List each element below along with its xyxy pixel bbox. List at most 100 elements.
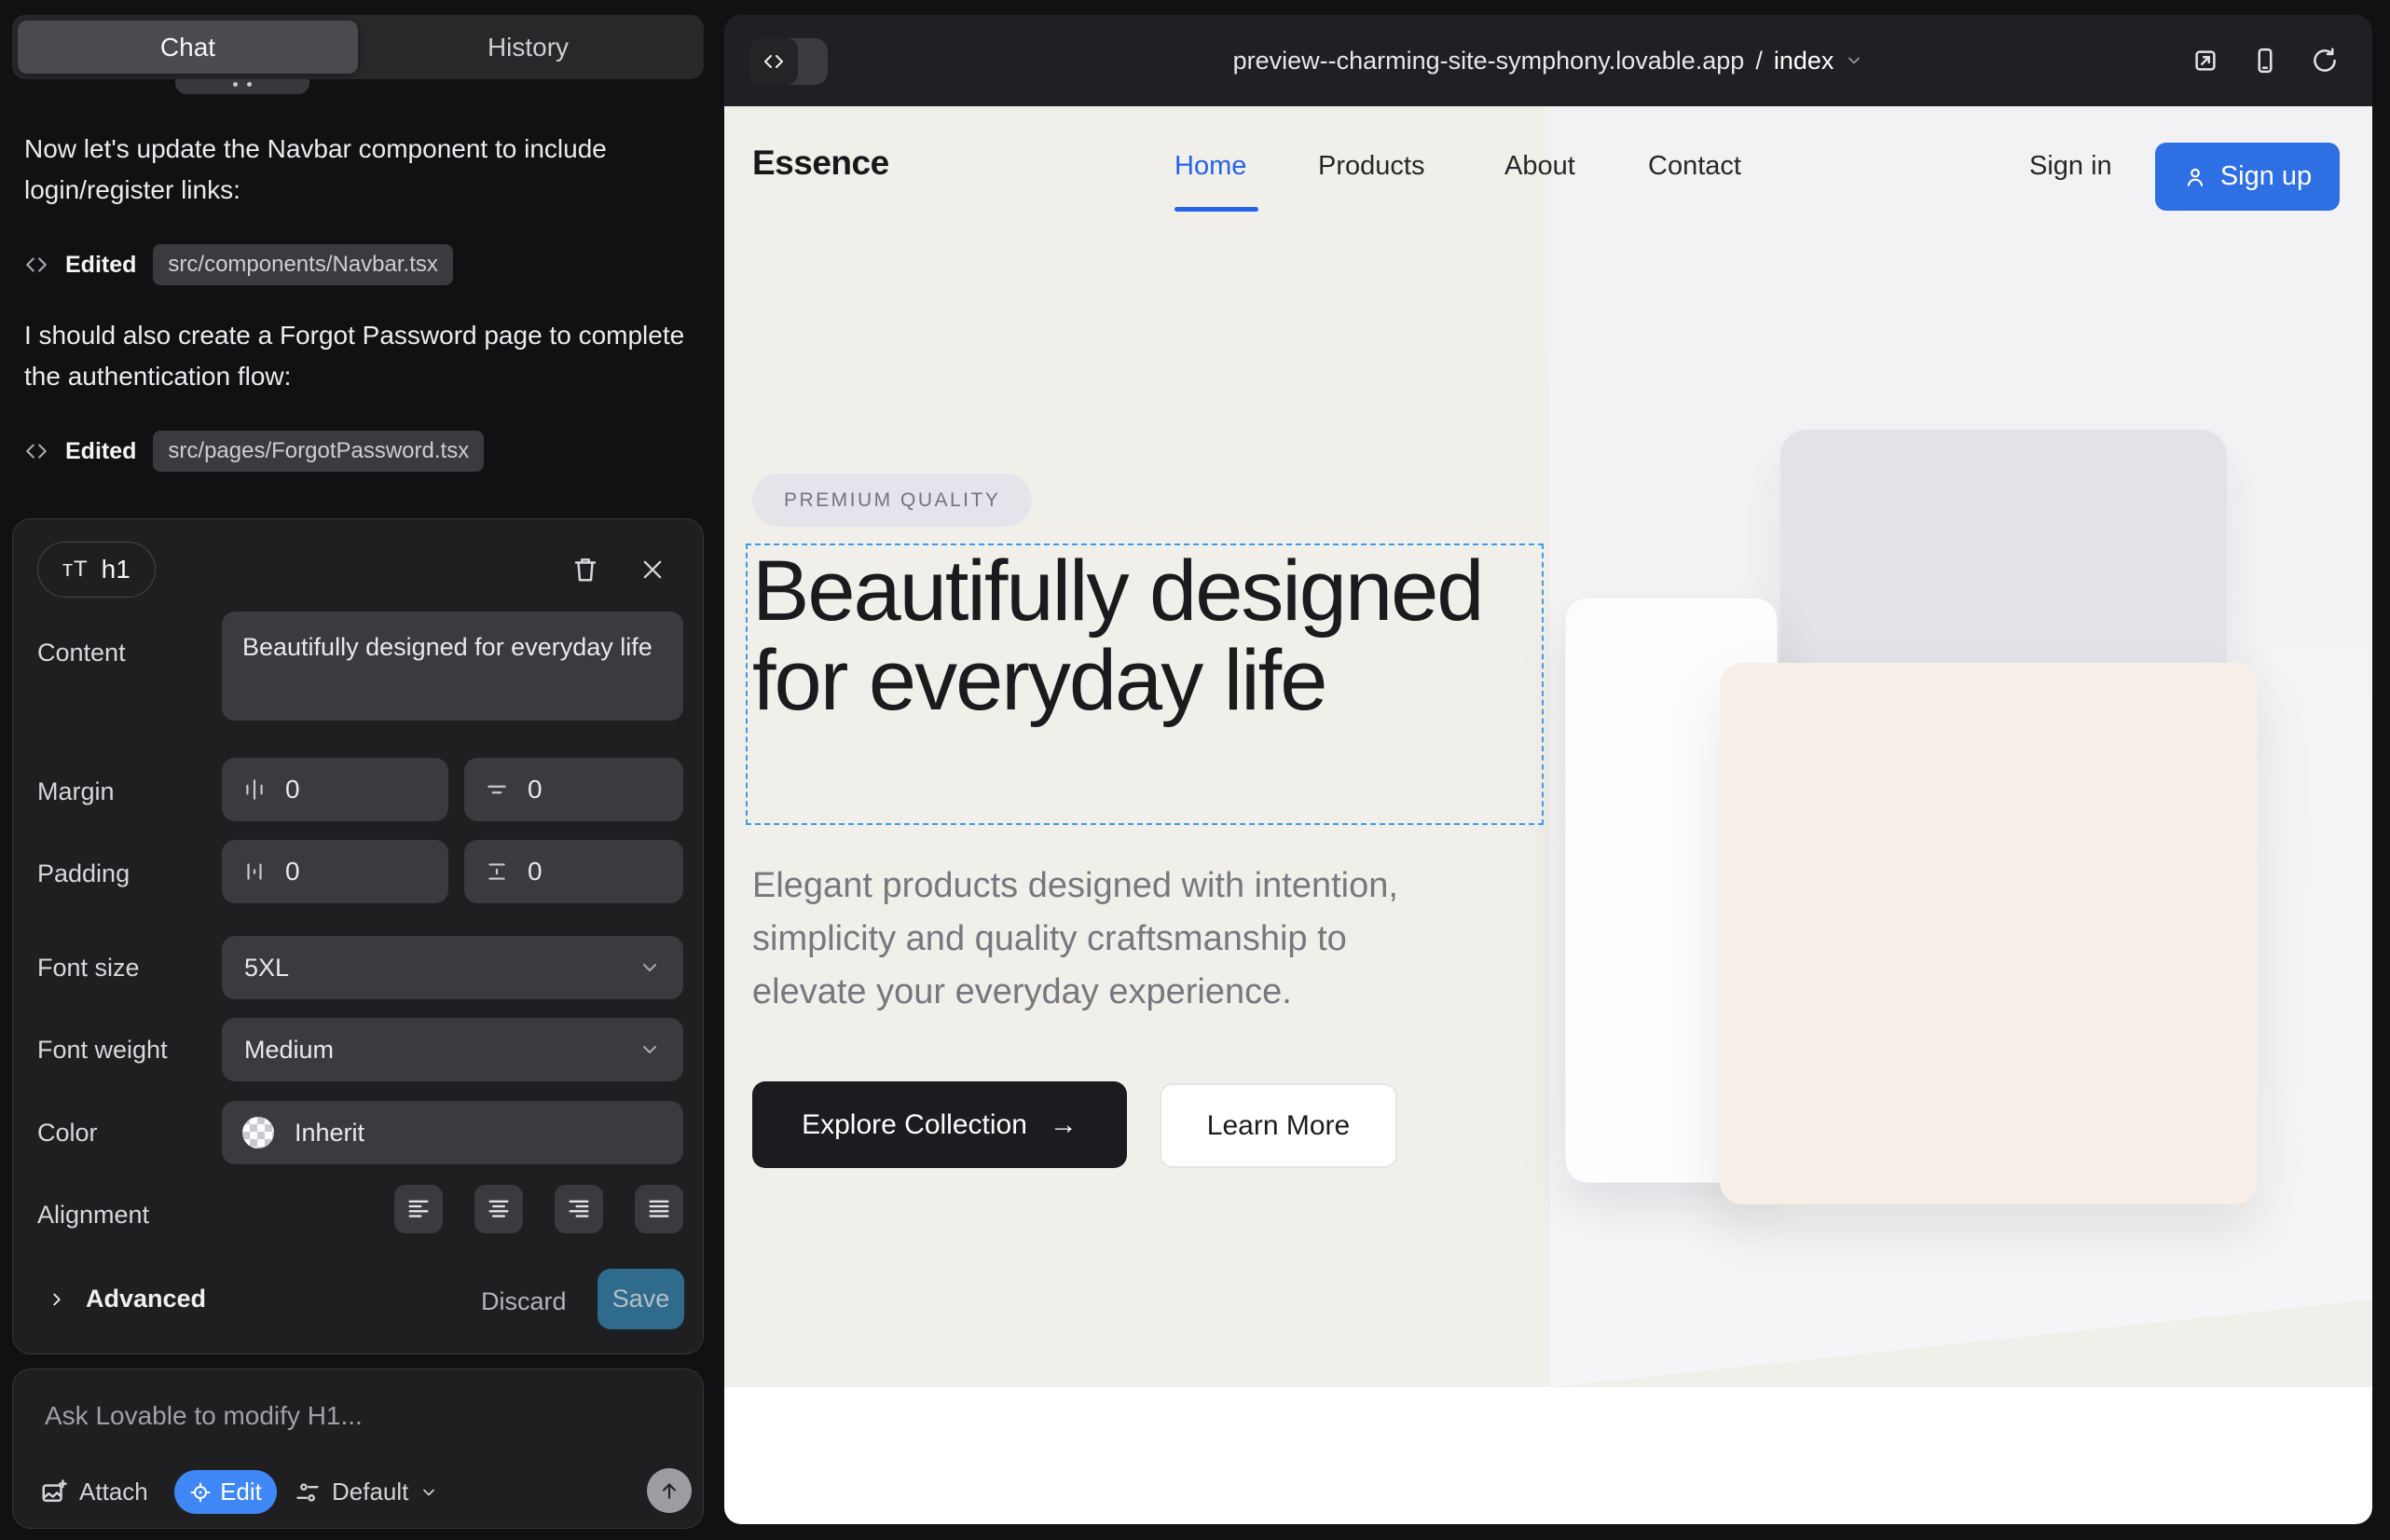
smartphone-icon [2251, 47, 2279, 75]
content-input[interactable]: Beautifully designed for everyday life [222, 612, 683, 721]
tab-history[interactable]: History [358, 21, 698, 74]
preview-url-page: index [1774, 47, 1834, 76]
code-icon [24, 253, 48, 277]
decor-card-peach [1720, 663, 2258, 1204]
site-logo[interactable]: Essence [752, 144, 889, 183]
padding-vertical-icon [485, 859, 509, 884]
color-select[interactable]: Inherit [222, 1101, 683, 1164]
nav-link-products[interactable]: Products [1318, 151, 1424, 182]
preview-url-separator: / [1755, 47, 1763, 76]
attach-image-icon [40, 1478, 68, 1506]
hero-description: Elegant products designed with intention… [752, 859, 1470, 1019]
preview-window: preview--charming-site-symphony.lovable.… [724, 15, 2372, 1524]
tab-chat[interactable]: Chat [18, 21, 358, 74]
align-right-button[interactable] [555, 1185, 603, 1233]
clipped-chat-chip [175, 79, 309, 94]
target-icon [189, 1481, 212, 1504]
premium-quality-badge: PREMIUM QUALITY [752, 474, 1032, 527]
chat-message: Now let's update the Navbar component to… [24, 129, 699, 211]
close-editor-button[interactable] [636, 553, 669, 586]
preview-url-domain: preview--charming-site-symphony.lovable.… [1233, 47, 1745, 76]
external-link-icon [2191, 47, 2219, 75]
font-weight-select[interactable]: Medium [222, 1018, 683, 1081]
learn-more-button[interactable]: Learn More [1160, 1083, 1397, 1168]
active-nav-underline [1174, 207, 1258, 212]
edited-label: Edited [65, 438, 136, 465]
signin-link[interactable]: Sign in [2029, 151, 2112, 182]
composer-input[interactable]: Ask Lovable to modify H1... [45, 1401, 363, 1431]
arrow-up-icon [657, 1478, 681, 1503]
element-tag: h1 [102, 555, 130, 584]
preview-actions [2191, 15, 2339, 106]
align-center-button[interactable] [474, 1185, 523, 1233]
padding-horizontal-icon [242, 859, 267, 884]
preview-url-bar[interactable]: preview--charming-site-symphony.lovable.… [724, 15, 2372, 106]
alignment-label: Alignment [37, 1201, 149, 1230]
type-icon: тT [62, 557, 89, 583]
hero-section: Essence Home Products About Contact Sign… [724, 106, 2372, 1387]
font-size-label: Font size [37, 954, 140, 983]
delete-element-button[interactable] [569, 553, 602, 586]
edited-file-row: Edited src/components/Navbar.tsx [24, 244, 453, 285]
margin-horizontal-icon [242, 777, 267, 802]
element-editor-panel: тT h1 Content Beautifully designed for e… [12, 518, 704, 1354]
signup-button[interactable]: Sign up [2155, 143, 2340, 211]
chevron-down-icon [639, 1038, 661, 1061]
mobile-view-button[interactable] [2251, 47, 2279, 75]
sliders-icon [295, 1479, 321, 1506]
arrow-right-icon: → [1050, 1109, 1078, 1141]
send-button[interactable] [647, 1468, 692, 1513]
margin-vertical-icon [485, 777, 509, 802]
chevron-right-icon [47, 1289, 67, 1310]
nav-link-home[interactable]: Home [1174, 151, 1246, 182]
padding-x-input[interactable]: 0 [222, 840, 448, 903]
align-right-icon [566, 1196, 592, 1222]
content-label: Content [37, 639, 126, 667]
hero-heading[interactable]: Beautifully designed for everyday life [752, 546, 1498, 725]
open-external-button[interactable] [2191, 47, 2219, 75]
margin-x-input[interactable]: 0 [222, 758, 448, 821]
font-size-select[interactable]: 5XL [222, 936, 683, 999]
align-left-icon [405, 1196, 432, 1222]
refresh-button[interactable] [2311, 47, 2339, 75]
chevron-down-icon [1845, 51, 1863, 70]
color-swatch-icon [242, 1117, 274, 1148]
chat-history-tabs: Chat History [12, 15, 704, 79]
default-mode-select[interactable]: Default [295, 1478, 438, 1506]
edit-mode-button[interactable]: Edit [174, 1470, 277, 1514]
nav-link-about[interactable]: About [1504, 151, 1575, 182]
edited-file-chip[interactable]: src/pages/ForgotPassword.tsx [153, 431, 484, 472]
align-justify-button[interactable] [635, 1185, 683, 1233]
chevron-down-icon [419, 1483, 438, 1502]
color-label: Color [37, 1119, 98, 1148]
close-icon [639, 557, 666, 583]
alignment-group [394, 1185, 683, 1233]
edited-file-row: Edited src/pages/ForgotPassword.tsx [24, 431, 484, 472]
padding-y-input[interactable]: 0 [464, 840, 683, 903]
nav-link-contact[interactable]: Contact [1648, 151, 1741, 182]
align-center-icon [486, 1196, 512, 1222]
explore-collection-button[interactable]: Explore Collection → [752, 1081, 1127, 1168]
discard-button[interactable]: Discard [481, 1287, 567, 1316]
margin-label: Margin [37, 777, 115, 806]
save-button[interactable]: Save [598, 1269, 684, 1329]
chat-message: I should also create a Forgot Password p… [24, 315, 699, 397]
selected-element-badge: тT h1 [37, 542, 156, 598]
font-weight-label: Font weight [37, 1036, 168, 1065]
refresh-icon [2311, 47, 2339, 75]
margin-y-input[interactable]: 0 [464, 758, 683, 821]
chat-composer: Ask Lovable to modify H1... Attach Edit … [12, 1368, 704, 1529]
padding-label: Padding [37, 859, 130, 888]
advanced-toggle[interactable]: Advanced [47, 1285, 206, 1313]
align-left-button[interactable] [394, 1185, 443, 1233]
trash-icon [571, 556, 599, 584]
app-root: Chat History Now let's update the Navbar… [0, 0, 2390, 1540]
code-icon [24, 439, 48, 463]
edited-file-chip[interactable]: src/components/Navbar.tsx [153, 244, 452, 285]
site-page: Essence Home Products About Contact Sign… [724, 106, 2372, 1524]
align-justify-icon [646, 1196, 672, 1222]
edited-label: Edited [65, 252, 136, 279]
attach-button[interactable]: Attach [40, 1478, 148, 1506]
preview-topbar: preview--charming-site-symphony.lovable.… [724, 15, 2372, 106]
chevron-down-icon [639, 956, 661, 979]
